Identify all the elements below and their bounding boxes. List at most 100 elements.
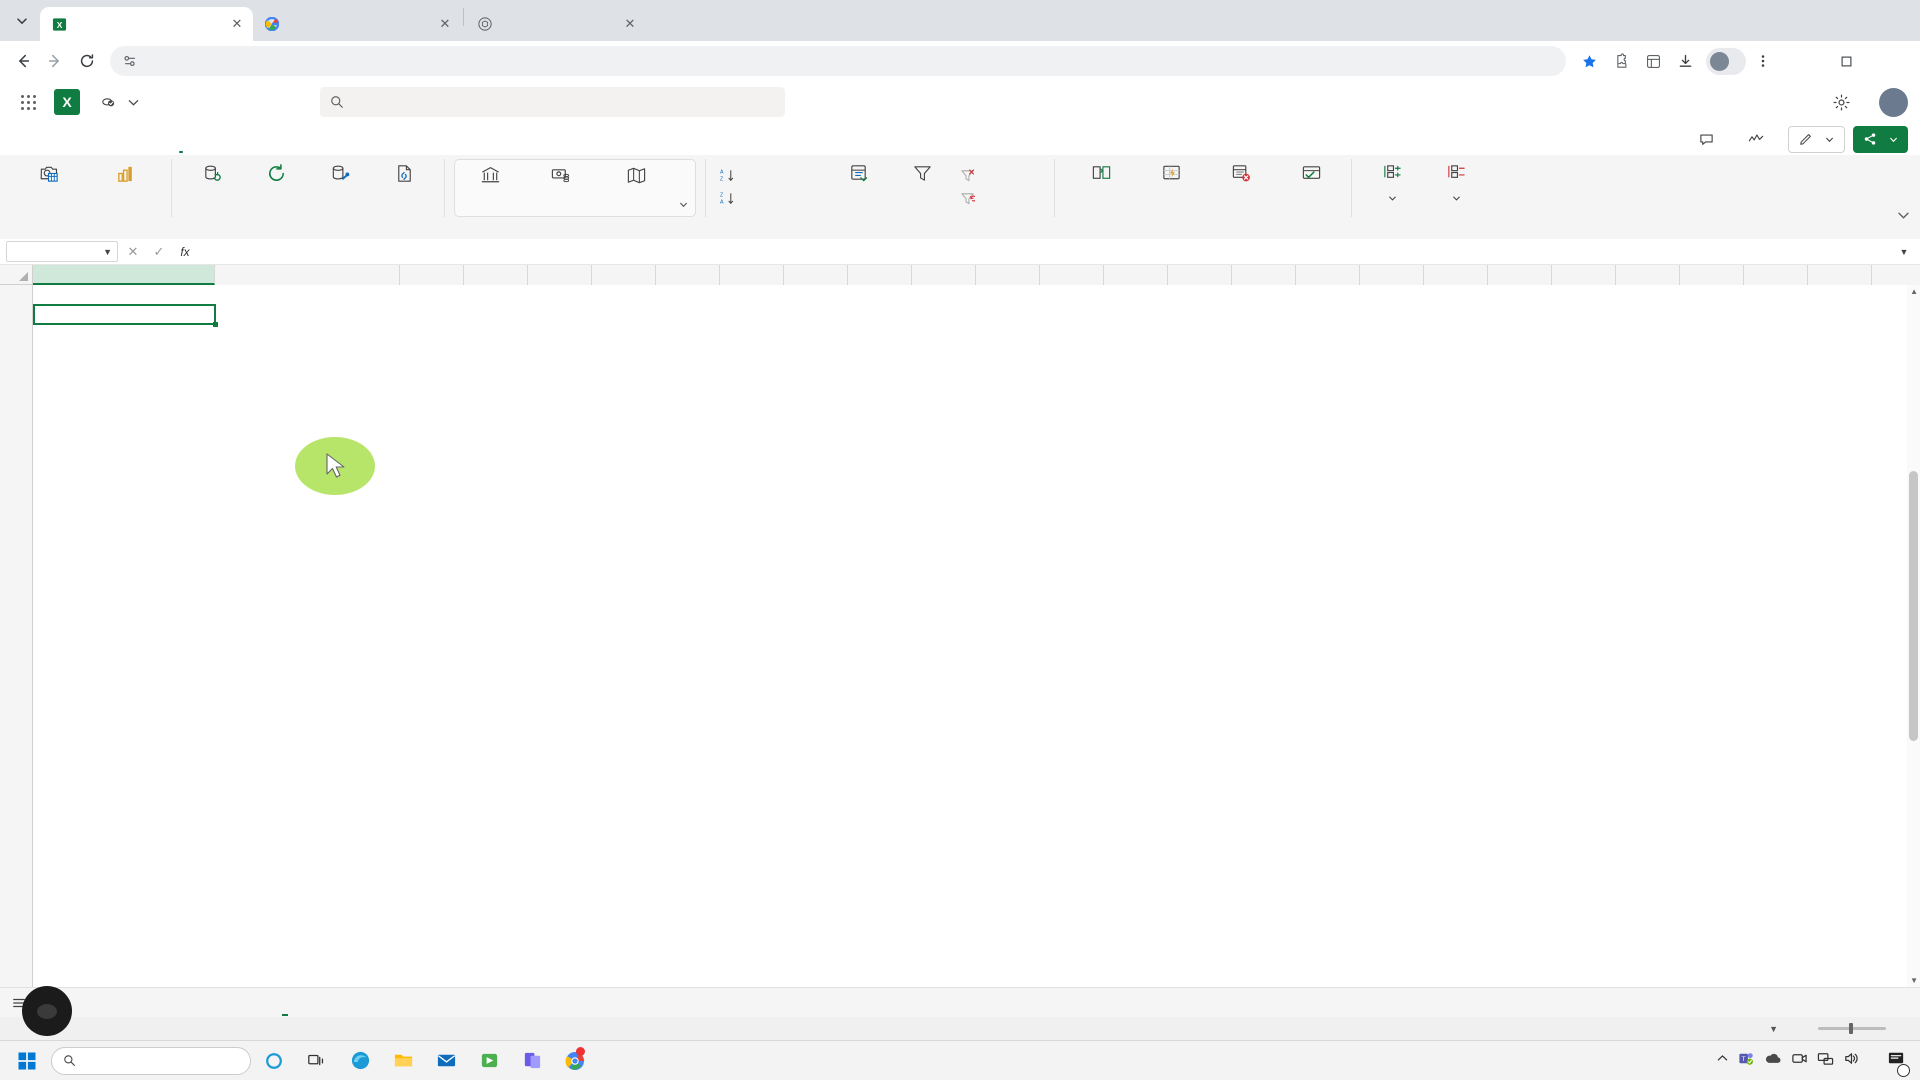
autosave-cloud-icon[interactable] bbox=[100, 94, 117, 111]
data-validation-button[interactable] bbox=[1280, 159, 1342, 186]
volume-icon[interactable] bbox=[1843, 1050, 1860, 1072]
sheet-tab-sheet2[interactable] bbox=[274, 988, 296, 1017]
ribbon-tab-home[interactable] bbox=[38, 124, 64, 154]
refresh-all-button[interactable] bbox=[245, 159, 307, 186]
ungroup-button[interactable] bbox=[1425, 159, 1487, 207]
data-from-power-bi-button[interactable] bbox=[88, 159, 162, 186]
column-header-C[interactable] bbox=[400, 265, 464, 285]
ribbon-tab-page-layout[interactable] bbox=[116, 124, 142, 154]
mail-icon[interactable] bbox=[426, 1043, 466, 1079]
currencies-button[interactable] bbox=[523, 161, 597, 188]
column-header-S[interactable] bbox=[1424, 265, 1488, 285]
chevron-down-icon[interactable]: ▼ bbox=[103, 247, 112, 257]
ribbon-tab-file[interactable] bbox=[12, 124, 38, 154]
search-input[interactable] bbox=[320, 87, 785, 117]
ribbon-tab-draw[interactable] bbox=[298, 124, 324, 154]
zoom-slider[interactable] bbox=[1818, 1023, 1886, 1034]
data-types-more-icon[interactable] bbox=[675, 161, 691, 219]
reapply-filter-button[interactable] bbox=[955, 188, 1045, 209]
column-header-U[interactable] bbox=[1552, 265, 1616, 285]
chevron-down-icon[interactable] bbox=[1452, 189, 1461, 207]
column-header-V[interactable] bbox=[1616, 265, 1680, 285]
profile-status-pill[interactable] bbox=[1706, 47, 1746, 75]
expand-formula-bar-icon[interactable]: ▼ bbox=[1894, 247, 1914, 257]
status-collapse-icon[interactable]: ▼ bbox=[1769, 1024, 1778, 1034]
geography-button[interactable] bbox=[599, 161, 673, 188]
back-icon[interactable] bbox=[8, 46, 38, 76]
editing-button[interactable] bbox=[1788, 125, 1845, 153]
new-tab-button[interactable] bbox=[652, 9, 680, 37]
group-button[interactable] bbox=[1361, 159, 1423, 207]
onedrive-icon[interactable] bbox=[1764, 1051, 1782, 1071]
add-sheet-button[interactable] bbox=[340, 989, 370, 1017]
avatar[interactable] bbox=[1879, 87, 1908, 117]
column-header-E[interactable] bbox=[528, 265, 592, 285]
sheet-tab-shyam[interactable] bbox=[120, 988, 142, 1017]
close-icon[interactable]: ✕ bbox=[229, 16, 245, 32]
ribbon-tab-help[interactable] bbox=[272, 124, 298, 154]
cortana-icon[interactable] bbox=[254, 1043, 294, 1079]
filter-button[interactable] bbox=[891, 159, 953, 186]
settings-gear-icon[interactable] bbox=[1832, 93, 1851, 112]
column-header-F[interactable] bbox=[592, 265, 656, 285]
column-header-R[interactable] bbox=[1360, 265, 1424, 285]
notification-center-icon[interactable] bbox=[1887, 1049, 1910, 1077]
formula-input[interactable] bbox=[200, 241, 1890, 262]
kopyst-icon[interactable] bbox=[512, 1043, 552, 1079]
browser-tab-1[interactable]: ✕ bbox=[253, 7, 461, 41]
column-header-K[interactable] bbox=[912, 265, 976, 285]
network-icon[interactable] bbox=[1817, 1050, 1834, 1072]
column-header-T[interactable] bbox=[1488, 265, 1552, 285]
column-header-Z[interactable] bbox=[1872, 265, 1920, 285]
taskbar-search-input[interactable] bbox=[51, 1046, 251, 1075]
stocks-button[interactable] bbox=[459, 161, 521, 188]
teams-icon[interactable]: T bbox=[1738, 1050, 1755, 1072]
sheet-tab-sheet1[interactable] bbox=[252, 988, 274, 1017]
name-box[interactable]: ▼ bbox=[6, 241, 118, 262]
cancel-icon[interactable]: ✕ bbox=[122, 241, 144, 263]
column-header-H[interactable] bbox=[720, 265, 784, 285]
screen-recorder-overlay[interactable] bbox=[22, 986, 72, 1036]
screen-record-icon[interactable] bbox=[1791, 1050, 1808, 1072]
sheet-tab-shubham[interactable] bbox=[164, 988, 186, 1017]
sort-ascending-button[interactable]: AZ bbox=[715, 165, 825, 186]
scroll-up-icon[interactable]: ▲ bbox=[1910, 287, 1918, 296]
start-button[interactable] bbox=[6, 1043, 48, 1079]
close-icon[interactable]: ✕ bbox=[622, 16, 638, 32]
chevron-down-icon[interactable] bbox=[127, 96, 140, 109]
forward-icon[interactable] bbox=[40, 46, 70, 76]
column-header-D[interactable] bbox=[464, 265, 528, 285]
extensions-puzzle-icon[interactable] bbox=[1606, 46, 1636, 76]
scroll-down-icon[interactable]: ▼ bbox=[1910, 976, 1918, 985]
task-view-icon[interactable] bbox=[297, 1043, 337, 1079]
app-launcher-icon[interactable] bbox=[12, 86, 44, 118]
bookmark-star-icon[interactable] bbox=[1574, 46, 1604, 76]
chrome-menu-icon[interactable] bbox=[1748, 46, 1778, 76]
column-header-Q[interactable] bbox=[1296, 265, 1360, 285]
column-header-M[interactable] bbox=[1040, 265, 1104, 285]
ribbon-tab-view[interactable] bbox=[220, 124, 246, 154]
column-header-Y[interactable] bbox=[1808, 265, 1872, 285]
workbook-links-button[interactable] bbox=[373, 159, 435, 186]
catch-up-button[interactable] bbox=[1738, 126, 1780, 153]
column-header-J[interactable] bbox=[848, 265, 912, 285]
sheet-tab-document-created[interactable] bbox=[98, 988, 120, 1017]
sheet-tab-arpit[interactable] bbox=[186, 988, 208, 1017]
scrollbar-thumb[interactable] bbox=[1909, 471, 1918, 741]
queries-connections-button[interactable] bbox=[309, 159, 371, 186]
edge-icon[interactable] bbox=[340, 1043, 380, 1079]
data-from-picture-button[interactable] bbox=[12, 159, 86, 186]
column-header-P[interactable] bbox=[1232, 265, 1296, 285]
browser-menu-grid-icon[interactable] bbox=[1638, 46, 1668, 76]
remove-duplicates-button[interactable] bbox=[1204, 159, 1278, 186]
column-header-L[interactable] bbox=[976, 265, 1040, 285]
sheet-tab-vansh[interactable] bbox=[142, 988, 164, 1017]
excel-logo-icon[interactable]: X bbox=[54, 89, 80, 115]
sheet-tab-srashti[interactable] bbox=[208, 988, 230, 1017]
minimize-button[interactable] bbox=[1780, 45, 1824, 77]
column-header-A[interactable] bbox=[33, 265, 215, 285]
sheet-tab-september-document-list[interactable] bbox=[296, 988, 318, 1017]
column-header-I[interactable] bbox=[784, 265, 848, 285]
sort-descending-button[interactable]: ZA bbox=[715, 188, 825, 209]
maximize-button[interactable] bbox=[1824, 45, 1868, 77]
